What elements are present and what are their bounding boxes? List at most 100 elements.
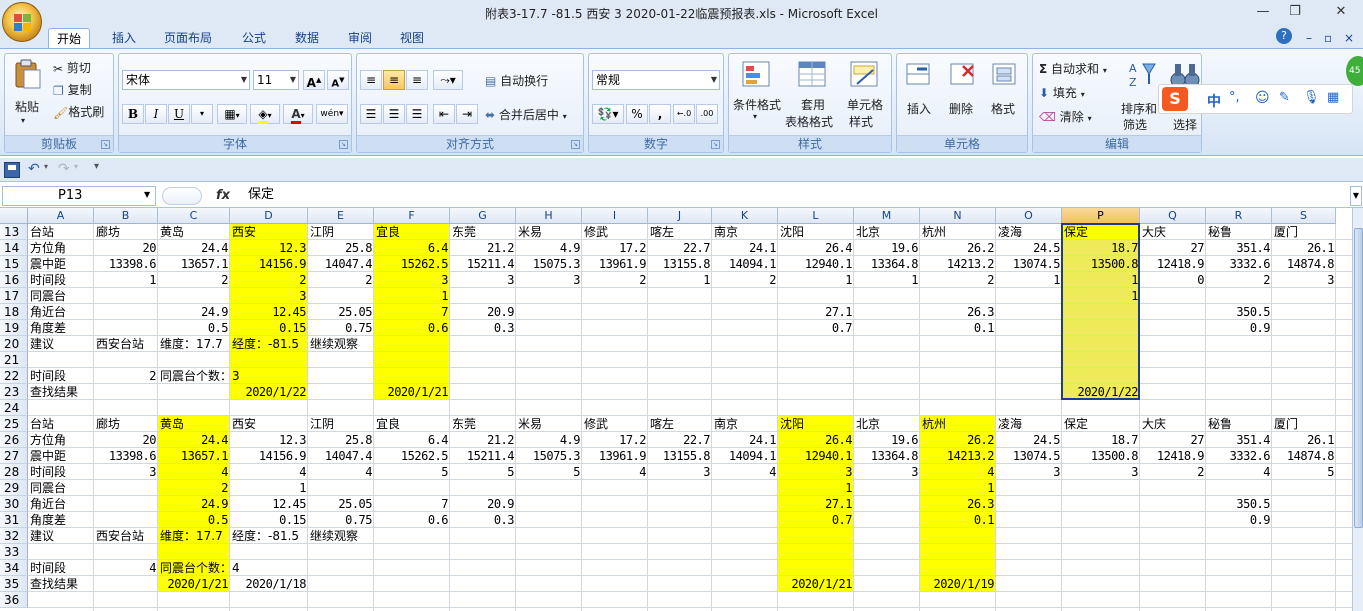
row-header[interactable]: 19 xyxy=(0,320,28,336)
expand-formula-bar-icon[interactable]: ▼ xyxy=(1350,186,1362,206)
table-cell[interactable]: 江阴 xyxy=(308,416,334,432)
table-cell[interactable]: 14874.8 xyxy=(1272,256,1336,272)
cut-button[interactable]: ✂ 剪切 xyxy=(53,59,91,76)
table-cell[interactable]: 凌海 xyxy=(996,224,1022,240)
table-cell[interactable]: 4 xyxy=(94,560,158,576)
table-cell[interactable]: 角近台 xyxy=(28,304,66,320)
table-cell[interactable]: 1 xyxy=(920,480,996,496)
name-box[interactable]: P13 xyxy=(2,186,156,206)
table-cell[interactable]: 14047.4 xyxy=(308,448,374,464)
spreadsheet-grid[interactable]: ABCDEFGHIJKLMNOPQRS 台站 廊坊 黄岛 西安 江阴 宜良 东莞 米易 修武 喀左… xyxy=(0,208,1352,611)
fill-button[interactable]: ⬇ 填充 ▾ xyxy=(1039,84,1085,101)
align-bottom-icon[interactable]: ≡ xyxy=(406,70,428,90)
table-cell[interactable]: 3 xyxy=(778,464,854,480)
table-cell[interactable]: 南京 xyxy=(712,416,738,432)
row-header[interactable]: 35 xyxy=(0,576,28,592)
wrap-text-button[interactable]: ▤ 自动换行 xyxy=(485,72,548,89)
table-cell[interactable]: 2020/1/21 xyxy=(158,576,230,592)
table-cell[interactable]: 26.4 xyxy=(778,240,854,256)
restore-button[interactable]: ❐ xyxy=(1280,2,1310,22)
table-cell[interactable]: 4 xyxy=(712,464,778,480)
table-cell[interactable]: 5 xyxy=(450,464,516,480)
table-cell[interactable]: 351.4 xyxy=(1206,432,1272,448)
table-cell[interactable]: 24.5 xyxy=(996,432,1062,448)
row-header[interactable]: 29 xyxy=(0,480,28,496)
table-cell[interactable]: 3 xyxy=(648,464,712,480)
table-cell[interactable]: 2 xyxy=(712,272,778,288)
grow-font-button[interactable]: A▲ xyxy=(303,70,325,90)
column-header-r[interactable]: R xyxy=(1206,208,1272,224)
paste-dropdown-icon[interactable]: ▾ xyxy=(21,116,25,125)
format-cells-icon[interactable] xyxy=(989,60,1021,90)
table-cell[interactable]: 3332.6 xyxy=(1206,448,1272,464)
table-cell[interactable]: 0.1 xyxy=(920,512,996,528)
align-center-icon[interactable]: ☰ xyxy=(383,104,405,124)
table-cell[interactable]: 7 xyxy=(374,304,450,320)
column-header-n[interactable]: N xyxy=(920,208,996,224)
table-cell[interactable]: 2020/1/22 xyxy=(230,384,308,400)
table-cell[interactable]: 同震台个数：4 xyxy=(158,560,240,576)
table-cell[interactable]: 14156.9 xyxy=(230,256,308,272)
table-cell[interactable]: 修武 xyxy=(582,224,608,240)
table-cell[interactable]: 5 xyxy=(1272,464,1336,480)
table-cell[interactable]: 13500.8 xyxy=(1062,448,1140,464)
row-header[interactable]: 30 xyxy=(0,496,28,512)
table-cell[interactable]: 12.3 xyxy=(230,240,308,256)
column-header-d[interactable]: D xyxy=(230,208,308,224)
table-cell[interactable]: 13074.5 xyxy=(996,256,1062,272)
table-cell[interactable]: 26.2 xyxy=(920,240,996,256)
table-cell[interactable]: 4 xyxy=(230,464,308,480)
table-cell[interactable]: 13398.6 xyxy=(94,256,158,272)
table-cell[interactable]: 东莞 xyxy=(450,224,476,240)
row-header[interactable]: 28 xyxy=(0,464,28,480)
row-header[interactable]: 24 xyxy=(0,400,28,416)
align-top-icon[interactable]: ≡ xyxy=(360,70,382,90)
table-cell[interactable]: 台站 xyxy=(28,416,54,432)
table-cell[interactable]: 时间段 xyxy=(28,560,66,576)
table-cell[interactable]: 杭州 xyxy=(920,224,946,240)
table-cell[interactable]: 3 xyxy=(516,272,582,288)
table-cell[interactable]: 13074.5 xyxy=(996,448,1062,464)
table-cell[interactable]: 1 xyxy=(854,272,920,288)
table-cell[interactable]: 1 xyxy=(996,272,1062,288)
table-cell[interactable]: 13398.6 xyxy=(94,448,158,464)
table-cell[interactable]: 2 xyxy=(158,272,230,288)
help-icon[interactable]: ? xyxy=(1276,28,1292,44)
paste-icon[interactable] xyxy=(11,58,43,89)
table-cell[interactable]: 2020/1/18 xyxy=(230,576,308,592)
table-cell[interactable]: 时间段 xyxy=(28,464,66,480)
table-cell[interactable]: 震中距 xyxy=(28,256,66,272)
clear-button[interactable]: ⌫ 清除 ▾ xyxy=(1039,108,1092,125)
table-cell[interactable]: 12.45 xyxy=(230,496,308,512)
table-format-label-2[interactable]: 表格格式 xyxy=(785,113,833,130)
table-cell[interactable]: 0.15 xyxy=(230,512,308,528)
table-cell[interactable]: 米易 xyxy=(516,224,542,240)
table-cell[interactable]: 15211.4 xyxy=(450,256,516,272)
tab-page-layout[interactable]: 页面布局 xyxy=(156,28,220,48)
table-cell[interactable]: 13364.8 xyxy=(854,448,920,464)
table-cell[interactable]: 同震台个数：3 xyxy=(158,368,240,384)
table-cell[interactable]: 351.4 xyxy=(1206,240,1272,256)
table-cell[interactable]: 24.1 xyxy=(712,240,778,256)
table-cell[interactable]: 6.4 xyxy=(374,240,450,256)
table-cell[interactable]: 同震台 xyxy=(28,480,66,496)
table-cell[interactable]: 12418.9 xyxy=(1140,448,1206,464)
table-cell[interactable]: 12.3 xyxy=(230,432,308,448)
table-cell[interactable]: 厦门 xyxy=(1272,224,1298,240)
table-cell[interactable]: 厦门 xyxy=(1272,416,1298,432)
office-button[interactable] xyxy=(2,2,42,42)
column-header-q[interactable]: Q xyxy=(1140,208,1206,224)
table-cell[interactable]: 13155.8 xyxy=(648,256,712,272)
table-cell[interactable]: 3 xyxy=(1062,464,1140,480)
table-cell[interactable]: 25.05 xyxy=(308,304,374,320)
table-cell[interactable]: 角度差 xyxy=(28,512,66,528)
autosum-button[interactable]: Σ 自动求和 ▾ xyxy=(1039,60,1107,77)
sort-filter-label-2[interactable]: 筛选 xyxy=(1123,116,1147,133)
table-cell[interactable]: 15075.3 xyxy=(516,448,582,464)
table-cell[interactable]: 大庆 xyxy=(1140,416,1166,432)
table-cell[interactable]: 19.6 xyxy=(854,432,920,448)
table-cell[interactable]: 角度差 xyxy=(28,320,66,336)
row-header[interactable]: 21 xyxy=(0,352,28,368)
table-cell[interactable]: 1 xyxy=(230,480,308,496)
conditional-format-button[interactable]: 条件格式 xyxy=(733,96,781,113)
